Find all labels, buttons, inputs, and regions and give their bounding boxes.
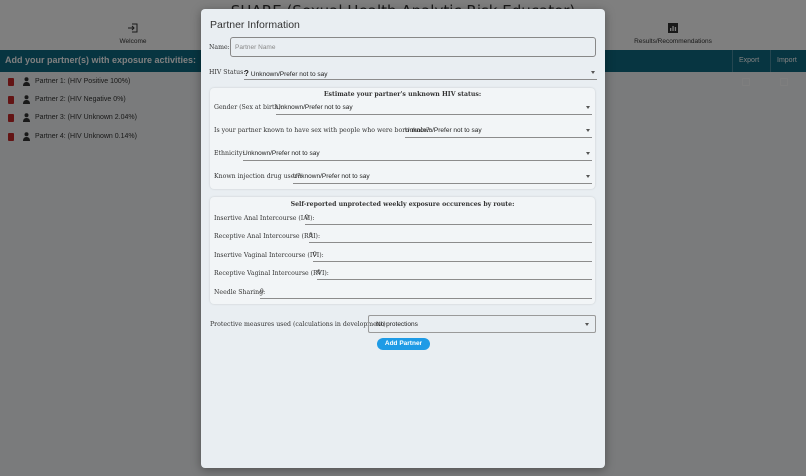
- ethnicity-value: Unknown/Prefer not to say: [243, 150, 320, 157]
- gender-value: Unknown/Prefer not to say: [276, 104, 353, 111]
- ivi-label: Insertive Vaginal Intercourse (IVI):: [214, 252, 324, 259]
- needle-label: Needle Sharing:: [214, 289, 266, 296]
- rai-label: Receptive Anal Intercourse (RAI):: [214, 233, 321, 240]
- exposure-card: Self-reported unprotected weekly exposur…: [210, 197, 595, 304]
- dialog-title: Partner Information: [210, 19, 300, 31]
- idu-select[interactable]: Unknown/Prefer not to say: [293, 170, 592, 184]
- hiv-status-value: Unknown/Prefer not to say: [250, 71, 328, 78]
- protective-value: No protections: [376, 321, 418, 328]
- needle-input[interactable]: 0: [260, 287, 592, 299]
- ivi-input[interactable]: 0: [313, 250, 592, 262]
- iai-input[interactable]: 0: [305, 213, 592, 225]
- partner-name-input[interactable]: [230, 37, 596, 57]
- help-icon: ?: [244, 69, 249, 78]
- ethnicity-select[interactable]: Unknown/Prefer not to say: [243, 147, 592, 161]
- chevron-down-icon: [591, 71, 595, 74]
- msm-select[interactable]: Unknown/Prefer not to say: [405, 124, 592, 138]
- rvi-input[interactable]: 0: [317, 268, 592, 280]
- name-label: Name:: [209, 44, 230, 51]
- hiv-status-select[interactable]: ? Unknown/Prefer not to say: [244, 66, 597, 80]
- protective-measures-select[interactable]: No protections: [368, 315, 596, 333]
- chevron-down-icon: [586, 129, 590, 132]
- protective-label: Protective measures used (calculations i…: [210, 321, 388, 328]
- chevron-down-icon: [586, 106, 590, 109]
- chevron-down-icon: [586, 152, 590, 155]
- estimate-card-title: Estimate your partner's unknown HIV stat…: [323, 91, 482, 98]
- gender-label: Gender (Sex at birth):: [214, 104, 283, 111]
- rai-input[interactable]: 0: [309, 231, 592, 243]
- msm-label: Is your partner known to have sex with p…: [214, 127, 432, 134]
- iai-label: Insertive Anal Intercourse (IAI):: [214, 215, 315, 222]
- gender-select[interactable]: Unknown/Prefer not to say: [276, 101, 592, 115]
- estimate-hiv-card: Estimate your partner's unknown HIV stat…: [210, 88, 595, 189]
- hiv-status-label: HIV Status:: [209, 69, 246, 76]
- idu-label: Known injection drug user?:: [214, 173, 303, 180]
- partner-information-dialog: Partner Information Name: HIV Status: ?U…: [201, 9, 605, 468]
- add-partner-button[interactable]: Add Partner: [377, 338, 430, 350]
- chevron-down-icon: [586, 175, 590, 178]
- msm-value: Unknown/Prefer not to say: [405, 127, 482, 134]
- chevron-down-icon: [585, 323, 589, 326]
- rvi-label: Receptive Vaginal Intercourse (RVI):: [214, 270, 329, 277]
- exposure-card-title: Self-reported unprotected weekly exposur…: [290, 201, 515, 208]
- ethnicity-label: Ethnicity:: [214, 150, 245, 157]
- idu-value: Unknown/Prefer not to say: [293, 173, 370, 180]
